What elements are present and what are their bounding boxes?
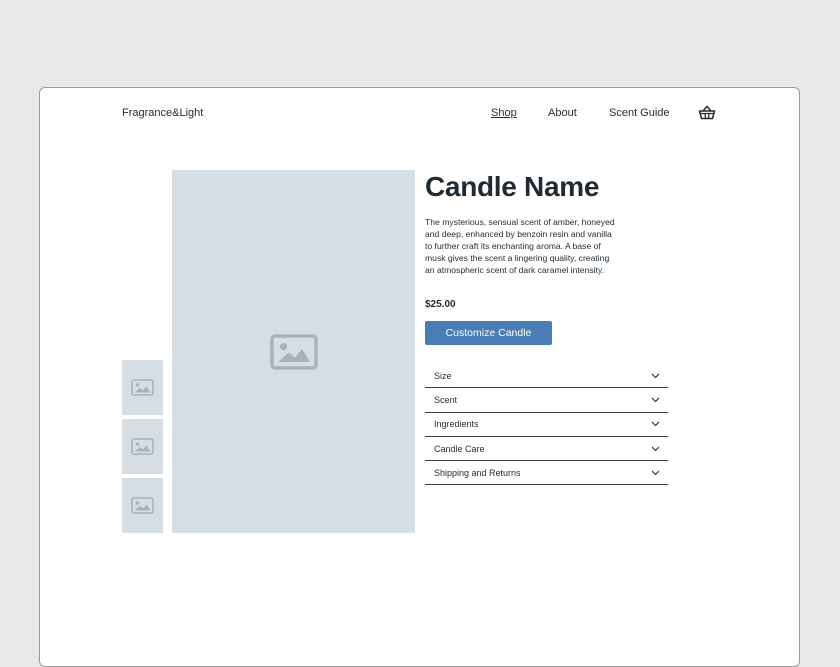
accordion-label: Scent [434,394,458,405]
chevron-down-icon [651,446,660,451]
image-placeholder-icon [131,438,154,455]
basket-icon [698,105,716,120]
nav-shop[interactable]: Shop [491,107,517,119]
thumbnail-1[interactable] [122,360,163,415]
product-price: $25.00 [425,299,456,310]
image-placeholder-icon [131,379,154,396]
thumbnail-2[interactable] [122,419,163,474]
nav-scent-guide[interactable]: Scent Guide [609,107,670,119]
chevron-down-icon [651,397,660,403]
chevron-down-icon [651,421,660,427]
accordion-shipping-returns[interactable]: Shipping and Returns [425,461,668,486]
thumbnail-3[interactable] [122,478,163,533]
accordion-label: Candle Care [434,443,485,454]
nav-about[interactable]: About [548,107,577,119]
image-placeholder-icon [269,333,318,370]
chevron-down-icon [651,373,660,378]
accordion-label: Shipping and Returns [434,467,521,478]
accordion-ingredients[interactable]: Ingredients [425,413,668,437]
accordion-label: Size [434,370,452,381]
product-accordion: Size Scent Ingredients Candle Care Shipp… [425,364,668,486]
accordion-scent[interactable]: Scent [425,388,668,413]
cart-button[interactable] [697,104,717,122]
accordion-label: Ingredients [434,419,479,430]
brand-logo[interactable]: Fragrance&Light [122,107,203,119]
browser-window: Fragrance&Light Shop About Scent Guide C… [39,87,800,667]
product-title: Candle Name [425,171,600,202]
accordion-candle-care[interactable]: Candle Care [425,437,668,462]
chevron-down-icon [651,470,660,476]
product-description: The mysterious, sensual scent of amber, … [425,217,615,275]
customize-candle-button[interactable]: Customize Candle [425,321,552,345]
image-placeholder-icon [131,497,154,514]
product-main-image [172,170,415,533]
accordion-size[interactable]: Size [425,364,668,389]
